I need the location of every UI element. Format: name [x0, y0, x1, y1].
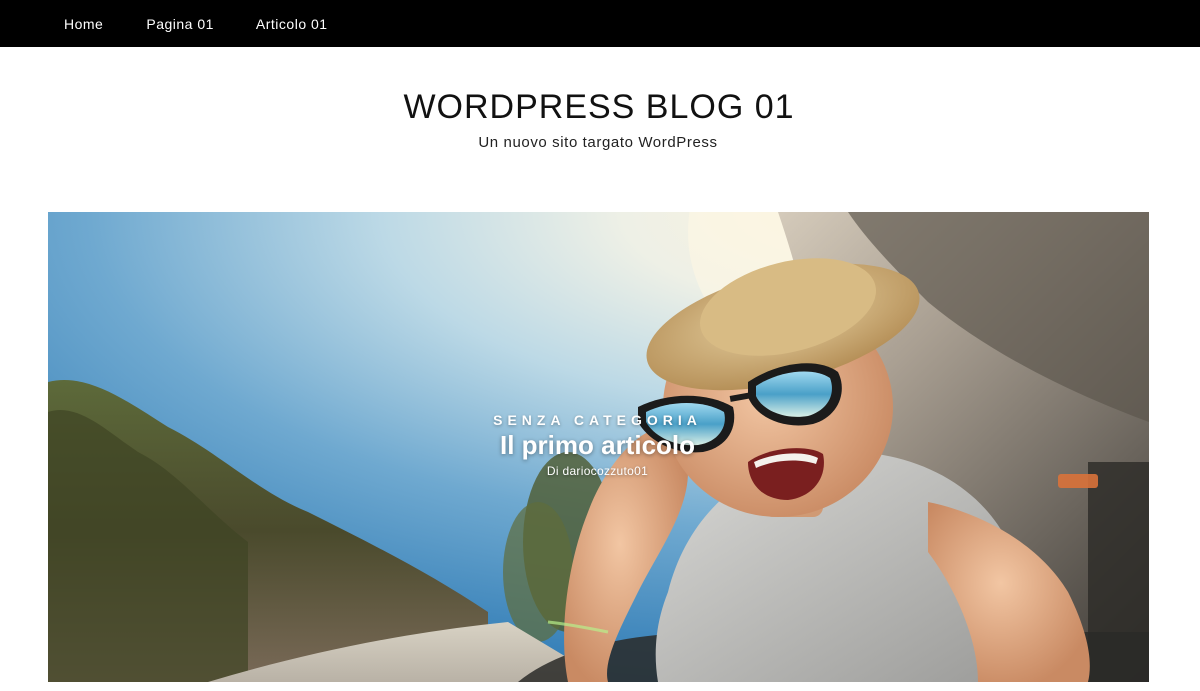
post-title[interactable]: Il primo articolo	[48, 430, 1147, 460]
site-title[interactable]: WORDPRESS BLOG 01	[0, 87, 1198, 127]
nav-item-articolo-01[interactable]: Articolo 01	[256, 16, 328, 32]
featured-post[interactable]: Senza categoria Il primo articolo Di dar…	[48, 212, 1149, 682]
post-category[interactable]: Senza categoria	[48, 411, 1147, 429]
site-tagline: Un nuovo sito targato WordPress	[478, 134, 718, 151]
site-header: WORDPRESS BLOG 01 Un nuovo sito targato …	[0, 47, 1200, 212]
nav-menu: Home Pagina 01 Articolo 01	[0, 0, 1200, 47]
post-author[interactable]: Di dariocozzuto01	[48, 464, 1147, 479]
nav-item-home[interactable]: Home	[64, 16, 103, 32]
featured-post-meta: Senza categoria Il primo articolo Di dar…	[48, 212, 1149, 682]
top-navigation: Home Pagina 01 Articolo 01	[0, 0, 1200, 47]
nav-item-pagina-01[interactable]: Pagina 01	[146, 16, 214, 32]
